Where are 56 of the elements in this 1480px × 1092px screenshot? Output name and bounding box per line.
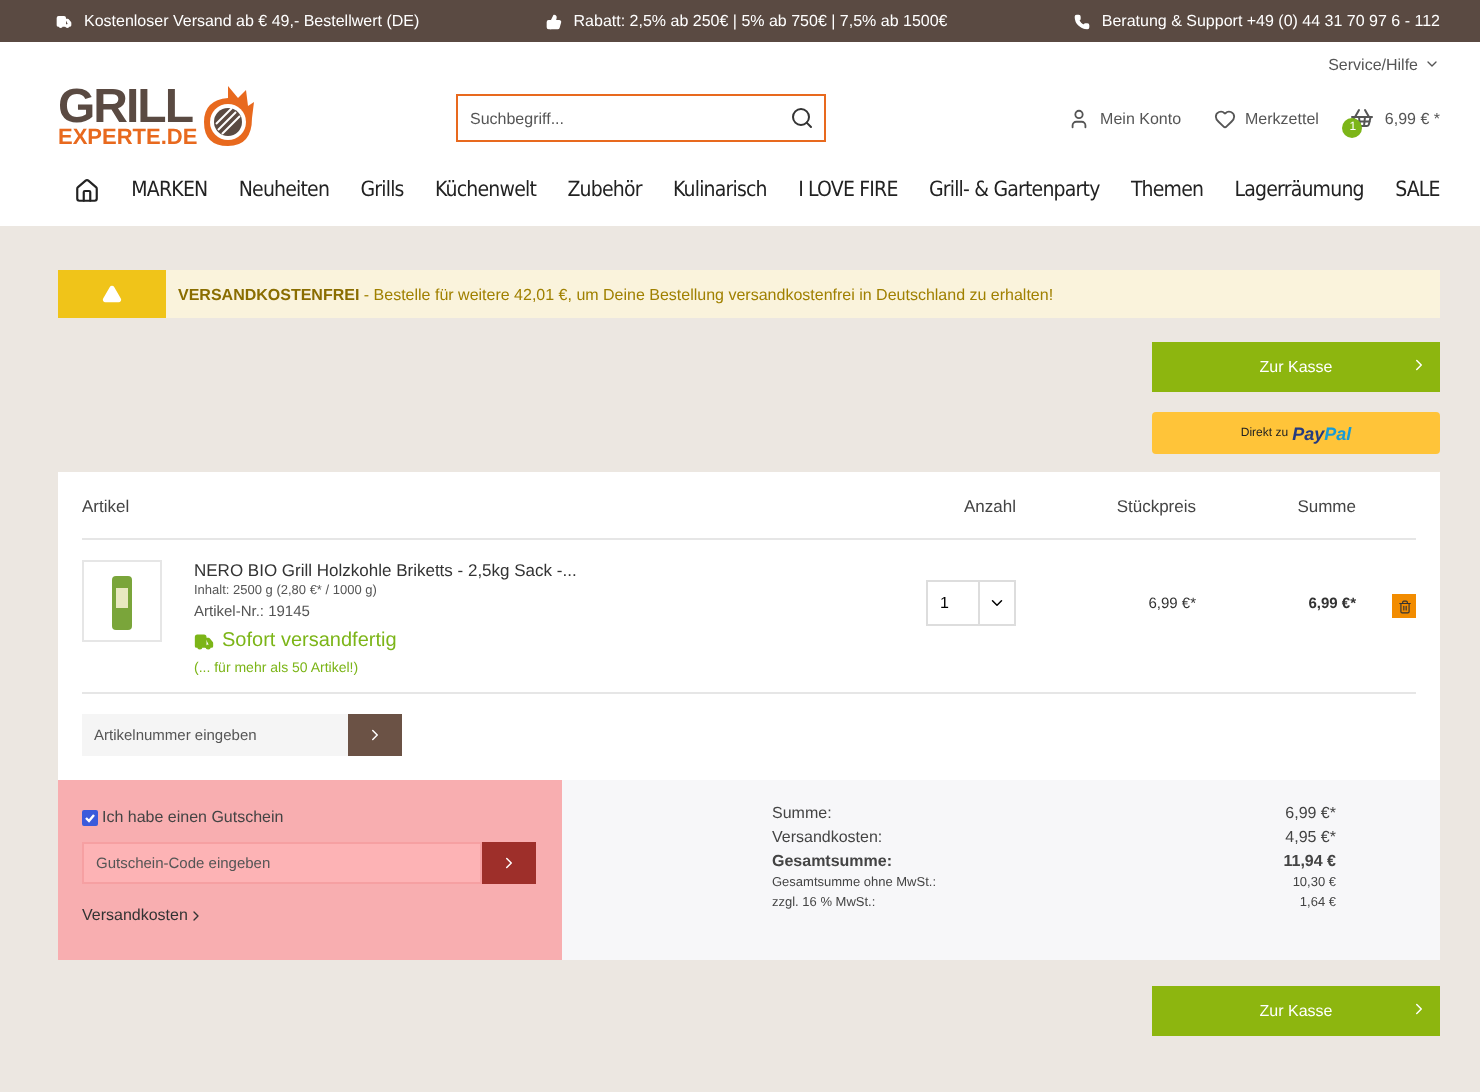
shipping-costs-link[interactable]: Versandkosten xyxy=(82,906,538,924)
summary-value: 4,95 €* xyxy=(1285,828,1336,846)
nav-item[interactable]: Lagerräumung xyxy=(1234,178,1364,202)
column-header: Artikel xyxy=(82,495,132,515)
summary-label: Versandkosten: xyxy=(772,828,883,846)
search-icon[interactable] xyxy=(790,106,814,130)
nav-item[interactable]: Küchenwelt xyxy=(435,178,537,202)
wishlist-link[interactable]: Merkzettel xyxy=(1213,107,1319,129)
chevron-right-icon xyxy=(366,726,384,744)
product-bag-drawing xyxy=(110,571,134,631)
top-bar-text: Rabatt: 2,5% ab 250€ | 5% ab 750€ | 7,5% ab 1500€ xyxy=(573,12,948,30)
account-link[interactable]: Mein Konto xyxy=(1068,107,1182,129)
thumbs-up-icon xyxy=(545,13,562,29)
truck-icon xyxy=(194,631,214,651)
nav-item[interactable]: Zubehör xyxy=(567,178,642,202)
alert-text: VERSANDKOSTENFREI - Bestelle für weitere 42,01 €, um Deine Bestellung versandkostenfrei in Deutschland zu erhalten! xyxy=(176,285,1054,303)
summary-value: 6,99 €* xyxy=(1285,804,1336,822)
top-bar-text: Beratung & Support +49 (0) 44 31 70 97 6 - 112 xyxy=(1101,12,1440,30)
voucher-label: Ich habe einen Gutschein xyxy=(102,808,284,826)
column-header: Stückpreis xyxy=(1114,495,1196,515)
phone-icon xyxy=(1073,13,1090,29)
chevron-right-icon xyxy=(1410,356,1428,374)
quantity-select[interactable]: 1 xyxy=(926,580,1016,626)
availability-text: Sofort versandfertig xyxy=(222,630,397,652)
trash-icon xyxy=(1397,599,1411,613)
chevron-right-icon xyxy=(1410,1000,1428,1018)
user-icon xyxy=(1068,107,1091,129)
home-icon[interactable] xyxy=(74,177,100,203)
logo-text: EXPERTE.DE xyxy=(58,129,198,150)
product-name[interactable]: NERO BIO Grill Holzkohle Briketts - 2,5kg Sack -... xyxy=(194,560,577,580)
summary-value: 11,94 € xyxy=(1283,852,1336,870)
warning-icon xyxy=(102,284,122,304)
nav-item[interactable]: Themen xyxy=(1130,178,1204,202)
column-header: Anzahl xyxy=(962,495,1016,515)
nav-item[interactable]: Kulinarisch xyxy=(673,178,767,202)
logo-text: GRILL xyxy=(58,86,193,130)
chevron-down-icon xyxy=(1424,56,1440,72)
heart-icon xyxy=(1213,107,1236,129)
delete-button[interactable] xyxy=(1392,594,1416,618)
nav-item[interactable]: Neuheiten xyxy=(238,178,330,202)
chevron-down-icon xyxy=(988,594,1006,612)
chevron-right-icon xyxy=(500,854,518,872)
summary-label: Summe: xyxy=(772,804,832,822)
top-bar-text: Kostenloser Versand ab € 49,- Bestellwert (DE) xyxy=(84,12,420,30)
summary-label: Gesamtsumme: xyxy=(772,852,893,870)
nav-item[interactable]: Grill- & Gartenparty xyxy=(928,178,1100,202)
nav-item[interactable]: I LOVE FIRE xyxy=(798,178,898,202)
nav-item[interactable]: SALE xyxy=(1395,178,1440,202)
nav-item[interactable]: Grills xyxy=(360,178,404,202)
search-field[interactable]: Suchbegriff... xyxy=(456,94,826,142)
column-header: Summe xyxy=(1295,495,1356,515)
service-menu[interactable]: Service/Hilfe xyxy=(1328,55,1440,73)
nav-item[interactable]: MARKEN xyxy=(131,178,208,202)
voucher-checkbox[interactable] xyxy=(82,809,98,825)
truck-icon xyxy=(56,13,72,29)
cart-total[interactable]: 6,99 € * xyxy=(1384,109,1440,127)
